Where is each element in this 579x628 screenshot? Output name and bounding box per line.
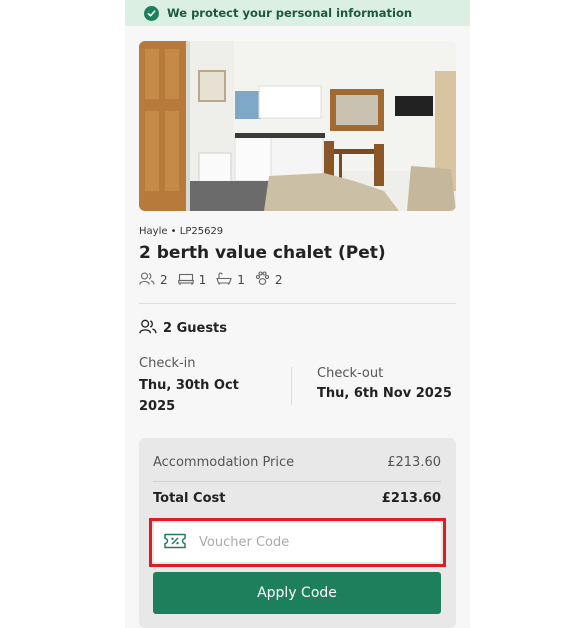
people-icon — [139, 319, 163, 338]
voucher-code-field[interactable] — [154, 523, 441, 562]
feature-pets: 2 — [255, 271, 283, 289]
feature-bathrooms: 1 — [216, 272, 245, 288]
property-features: 2 1 1 2 — [139, 271, 293, 289]
feature-bedrooms: 1 — [177, 273, 207, 288]
paw-icon — [255, 271, 275, 289]
privacy-banner-text: We protect your personal information — [167, 6, 413, 20]
apply-code-button[interactable]: Apply Code — [153, 572, 441, 614]
feature-pets-value: 2 — [274, 273, 283, 287]
feature-sleeps: 2 — [139, 272, 168, 288]
bed-icon — [177, 273, 199, 288]
voucher-ticket-icon — [164, 533, 199, 553]
bath-icon — [216, 272, 237, 288]
guests-label: 2 Guests — [163, 321, 228, 336]
property-title: 2 berth value chalet (Pet) — [139, 243, 386, 263]
divider — [139, 303, 456, 304]
property-photo[interactable] — [139, 41, 456, 211]
feature-sleeps-value: 2 — [160, 273, 168, 287]
date-divider — [291, 367, 292, 405]
feature-bedrooms-value: 1 — [198, 273, 207, 287]
check-circle-icon — [144, 5, 159, 21]
people-icon — [139, 272, 160, 288]
total-cost-label: Total Cost — [153, 491, 226, 506]
checkout-label: Check-out — [317, 366, 384, 381]
checkin-label: Check-in — [139, 356, 196, 371]
guests-summary: 2 Guests — [139, 319, 227, 338]
price-divider — [153, 481, 441, 482]
accommodation-price-label: Accommodation Price — [153, 455, 295, 470]
accommodation-price-value: £213.60 — [387, 455, 441, 470]
property-location: Hayle • LP25629 — [139, 226, 224, 237]
privacy-banner: We protect your personal information — [125, 0, 470, 26]
feature-bathrooms-value: 1 — [237, 273, 245, 287]
checkout-date: Thu, 6th Nov 2025 — [317, 386, 452, 401]
checkin-date: Thu, 30th Oct 2025 — [139, 378, 239, 414]
total-cost-value: £213.60 — [381, 491, 441, 506]
voucher-code-input[interactable] — [199, 535, 419, 550]
